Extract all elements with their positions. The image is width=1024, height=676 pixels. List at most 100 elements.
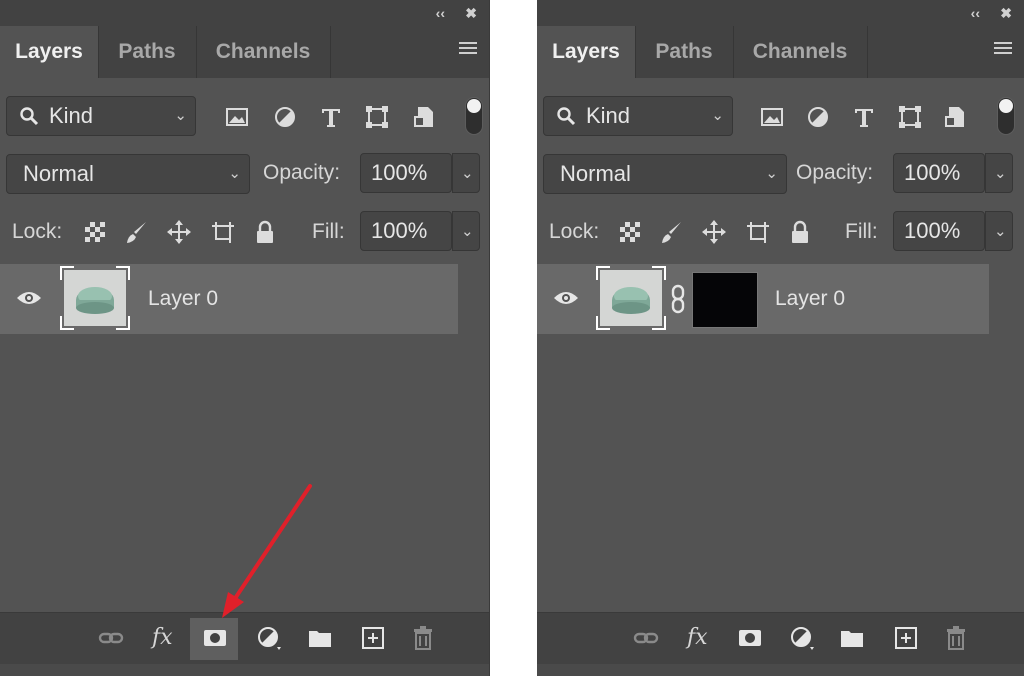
chevron-down-icon: ⌄	[174, 107, 187, 124]
layers-bottom-toolbar: fx	[0, 612, 489, 665]
layer-thumbnail[interactable]	[60, 266, 130, 330]
lock-artboard-icon[interactable]	[745, 219, 771, 245]
shape-filter-icon[interactable]	[897, 104, 923, 130]
adjustment-filter-icon[interactable]	[805, 104, 831, 130]
fill-label: Fill:	[845, 220, 878, 243]
opacity-dropdown-button[interactable]: ⌄	[985, 153, 1013, 193]
close-panel-icon[interactable]: ✖	[465, 2, 477, 24]
shape-filter-icon[interactable]	[364, 104, 390, 130]
panel-title-strip: ‹‹ ✖	[537, 0, 1024, 26]
eye-icon[interactable]	[16, 289, 42, 307]
adjustment-layer-icon[interactable]	[256, 625, 282, 651]
link-layers-icon[interactable]	[633, 625, 659, 651]
fill-label: Fill:	[312, 220, 345, 243]
new-layer-icon[interactable]	[893, 625, 919, 651]
layers-panel-right: ‹‹ ✖ Layers Paths Channels Kind ⌄ Normal…	[537, 0, 1024, 676]
layer-name[interactable]: Layer 0	[775, 287, 845, 311]
lock-transparent-icon[interactable]	[617, 219, 643, 245]
chevron-down-icon: ⌄	[461, 165, 474, 182]
fx-icon[interactable]: fx	[687, 625, 713, 651]
tab-layers[interactable]: Layers	[0, 26, 99, 78]
adjustment-layer-icon[interactable]	[789, 625, 815, 651]
eye-icon[interactable]	[553, 289, 579, 307]
type-filter-icon[interactable]	[851, 104, 877, 130]
layer-row[interactable]: Layer 0	[537, 264, 989, 334]
collapse-panel-icon[interactable]: ‹‹	[971, 2, 980, 24]
close-panel-icon[interactable]: ✖	[1000, 2, 1012, 24]
panel-tabbar: Layers Paths Channels	[537, 26, 1024, 78]
tab-paths[interactable]: Paths	[98, 26, 197, 78]
chevron-down-icon: ⌄	[711, 107, 724, 124]
filter-kind-select[interactable]: Kind ⌄	[543, 96, 733, 136]
filter-kind-value: Kind	[49, 103, 94, 128]
adjustment-filter-icon[interactable]	[272, 104, 298, 130]
filter-kind-value: Kind	[586, 103, 631, 128]
type-filter-icon[interactable]	[318, 104, 344, 130]
lock-artboard-icon[interactable]	[210, 219, 236, 245]
image-filter-icon[interactable]	[759, 104, 785, 130]
new-group-icon[interactable]	[839, 625, 865, 651]
layer-thumbnail[interactable]	[596, 266, 666, 330]
delete-layer-icon[interactable]	[943, 625, 969, 651]
tab-channels[interactable]: Channels	[196, 26, 331, 78]
lock-label: Lock:	[549, 220, 600, 243]
lock-image-icon[interactable]	[659, 219, 685, 245]
blend-mode-value: Normal	[560, 161, 631, 186]
image-filter-icon[interactable]	[224, 104, 250, 130]
panel-menu-icon[interactable]	[459, 42, 477, 56]
opacity-dropdown-button[interactable]: ⌄	[452, 153, 480, 193]
add-mask-icon[interactable]	[202, 625, 228, 651]
lock-position-icon[interactable]	[166, 219, 192, 245]
lock-all-icon[interactable]	[252, 219, 278, 245]
filter-kind-select[interactable]: Kind ⌄	[6, 96, 196, 136]
layer-mask-thumbnail[interactable]	[692, 272, 758, 328]
add-mask-icon[interactable]	[737, 625, 763, 651]
panel-resize-grip[interactable]	[537, 664, 1024, 676]
lock-label: Lock:	[12, 220, 63, 243]
layers-bottom-toolbar: fx	[537, 612, 1024, 665]
filter-toggle-switch[interactable]	[997, 97, 1015, 135]
panel-menu-icon[interactable]	[994, 42, 1012, 56]
delete-layer-icon[interactable]	[410, 625, 436, 651]
lock-transparent-icon[interactable]	[82, 219, 108, 245]
filter-toggle-switch[interactable]	[465, 97, 483, 135]
blend-mode-select[interactable]: Normal ⌄	[543, 154, 787, 194]
fx-icon[interactable]: fx	[152, 625, 178, 651]
new-group-icon[interactable]	[307, 625, 333, 651]
panel-title-strip: ‹‹ ✖	[0, 0, 489, 26]
layers-panel-left: ‹‹ ✖ Layers Paths Channels Kind ⌄ Normal…	[0, 0, 490, 676]
lock-position-icon[interactable]	[701, 219, 727, 245]
link-layers-icon[interactable]	[98, 625, 124, 651]
layer-name[interactable]: Layer 0	[148, 287, 218, 311]
tab-paths[interactable]: Paths	[635, 26, 734, 78]
panel-resize-grip[interactable]	[0, 664, 489, 676]
smart-object-filter-icon[interactable]	[943, 104, 969, 130]
chevron-down-icon: ⌄	[765, 165, 778, 182]
search-icon	[557, 107, 576, 126]
lock-image-icon[interactable]	[124, 219, 150, 245]
smart-object-filter-icon[interactable]	[412, 104, 438, 130]
blend-mode-value: Normal	[23, 161, 94, 186]
chevron-down-icon: ⌄	[461, 223, 474, 240]
lock-all-icon[interactable]	[787, 219, 813, 245]
tab-layers[interactable]: Layers	[537, 26, 636, 78]
collapse-panel-icon[interactable]: ‹‹	[436, 2, 445, 24]
fill-dropdown-button[interactable]: ⌄	[452, 211, 480, 251]
fill-dropdown-button[interactable]: ⌄	[985, 211, 1013, 251]
tab-channels[interactable]: Channels	[733, 26, 868, 78]
chevron-down-icon: ⌄	[994, 165, 1007, 182]
fill-input[interactable]: 100%	[893, 211, 985, 251]
panel-tabbar: Layers Paths Channels	[0, 26, 489, 78]
fill-input[interactable]: 100%	[360, 211, 452, 251]
mask-link-icon[interactable]	[670, 284, 686, 314]
new-layer-icon[interactable]	[360, 625, 386, 651]
opacity-label: Opacity:	[263, 161, 341, 184]
chevron-down-icon: ⌄	[994, 223, 1007, 240]
opacity-input[interactable]: 100%	[360, 153, 452, 193]
blend-mode-select[interactable]: Normal ⌄	[6, 154, 250, 194]
opacity-input[interactable]: 100%	[893, 153, 985, 193]
search-icon	[20, 107, 39, 126]
chevron-down-icon: ⌄	[228, 165, 241, 182]
opacity-label: Opacity:	[796, 161, 874, 184]
layer-row[interactable]: Layer 0	[0, 264, 458, 334]
